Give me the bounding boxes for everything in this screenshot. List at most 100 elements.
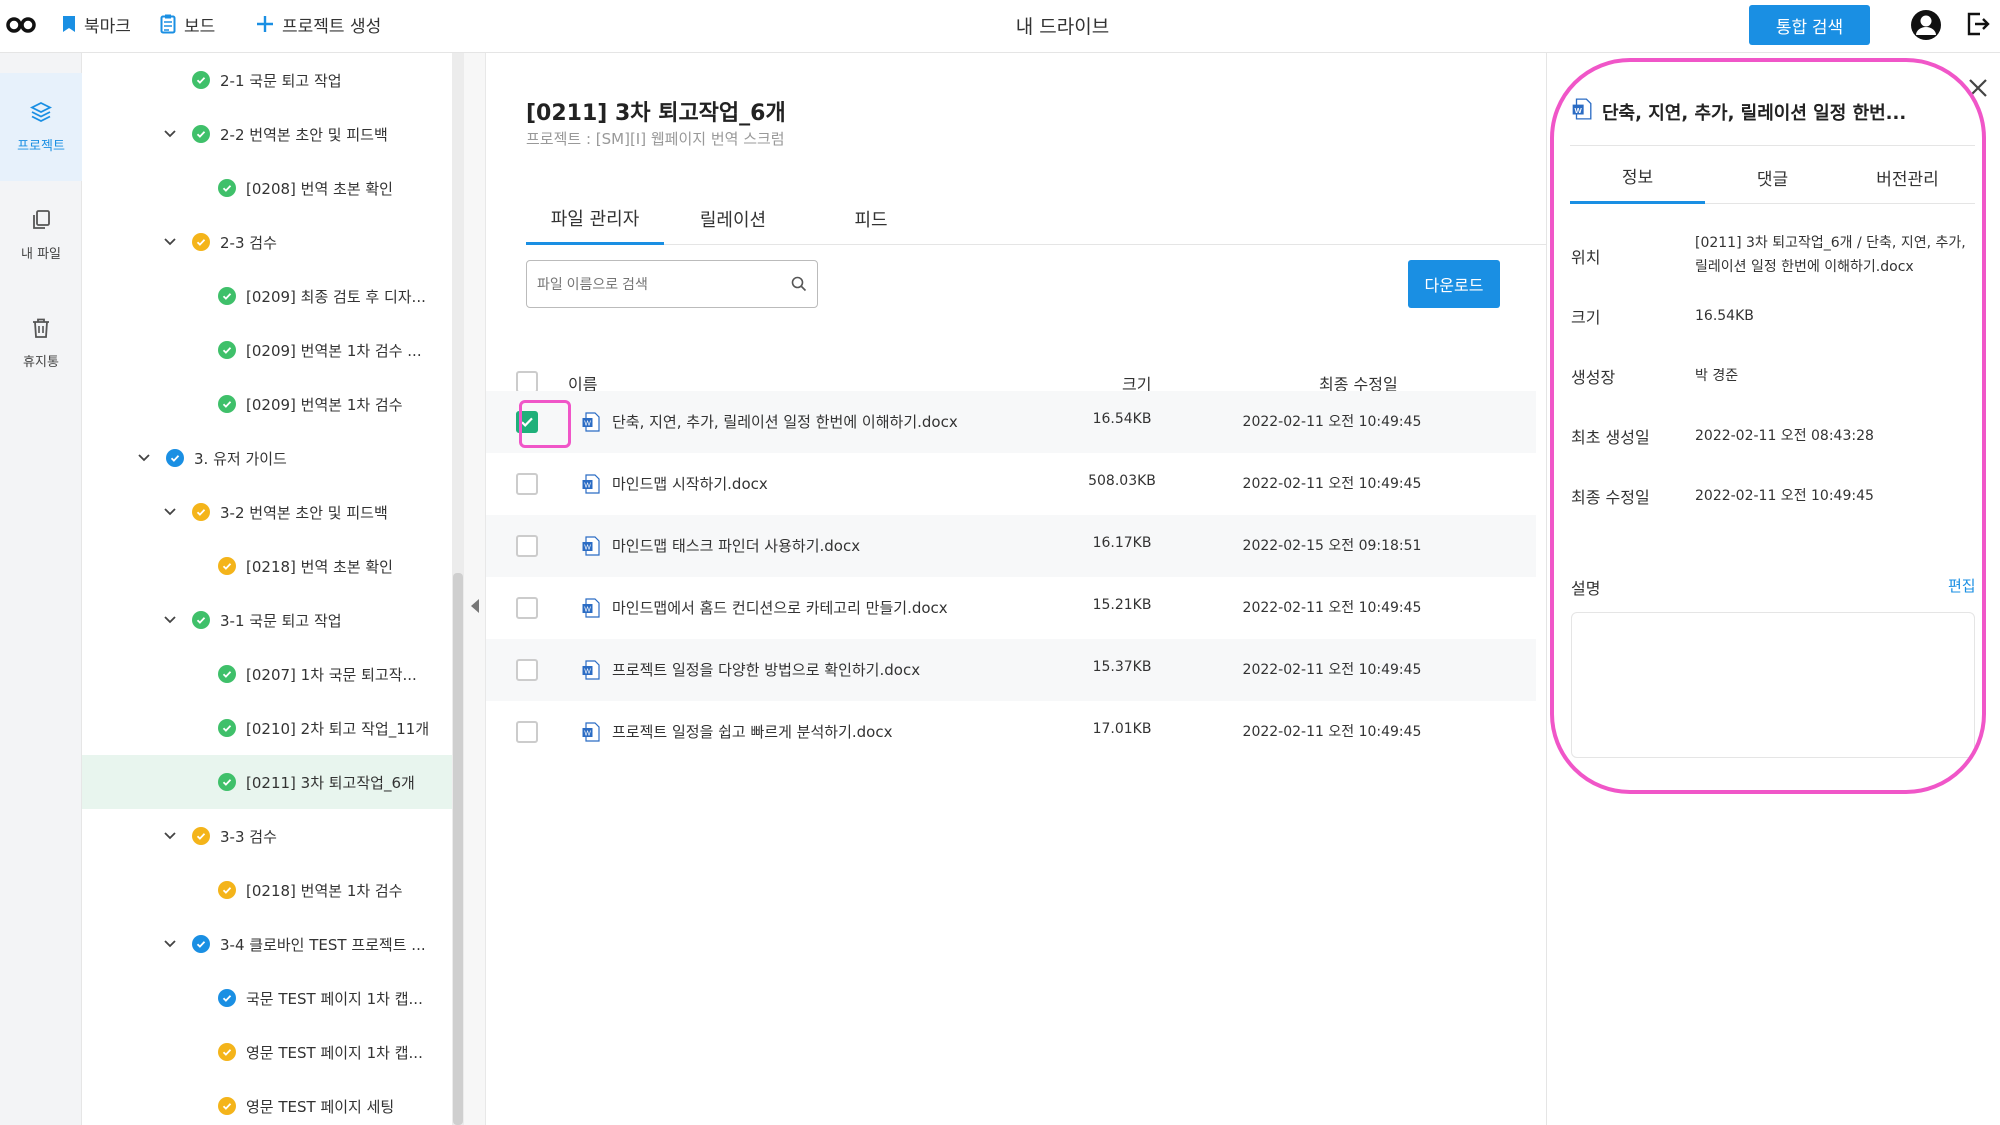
- file-size: 17.01KB: [1092, 721, 1152, 737]
- file-name[interactable]: 마인드맵 태스크 파인더 사용하기.docx: [612, 535, 860, 556]
- tab-file-manager[interactable]: 파일 관리자: [526, 193, 664, 245]
- tree-item[interactable]: 3. 유저 가이드: [82, 431, 452, 485]
- tree-item[interactable]: 영문 TEST 페이지 1차 캡...: [82, 1025, 452, 1079]
- file-name[interactable]: 프로젝트 일정을 다양한 방법으로 확인하기.docx: [612, 659, 920, 680]
- chevron-down-icon[interactable]: [162, 612, 178, 628]
- tree-item[interactable]: 3-4 클로바인 TEST 프로젝트 ...: [82, 917, 452, 971]
- tree-item-label: 2-1 국문 퇴고 작업: [220, 71, 342, 90]
- caret-left-icon[interactable]: [469, 598, 481, 614]
- tree-item[interactable]: [0209] 최종 검토 후 디자...: [82, 269, 452, 323]
- tree-item[interactable]: [0210] 2차 퇴고 작업_11개: [82, 701, 452, 755]
- file-size: 508.03KB: [1088, 473, 1156, 489]
- tree-item[interactable]: 3-1 국문 퇴고 작업: [82, 593, 452, 647]
- tree-item[interactable]: [0207] 1차 국문 퇴고작...: [82, 647, 452, 701]
- word-file-icon: W: [582, 536, 600, 556]
- check-circle-icon: [218, 341, 236, 359]
- chevron-down-icon[interactable]: [162, 234, 178, 250]
- tree-item[interactable]: 국문 TEST 페이지 1차 캡...: [82, 971, 452, 1025]
- tree-item[interactable]: [0218] 번역 초본 확인: [82, 539, 452, 593]
- table-row[interactable]: W 단축, 지연, 추가, 릴레이션 일정 한번에 이해하기.docx 16.5…: [486, 391, 1536, 453]
- project-tree: 2-1 국문 퇴고 작업 2-2 번역본 초안 및 피드백 [0208] 번역 …: [82, 53, 452, 1125]
- svg-text:W: W: [584, 607, 591, 614]
- tree-item-label: 영문 TEST 페이지 세팅: [246, 1097, 395, 1116]
- tree-item[interactable]: 2-3 검수: [82, 215, 452, 269]
- tree-item-label: [0208] 번역 초본 확인: [246, 179, 393, 198]
- file-date: 2022-02-11 오전 10:49:45: [1242, 600, 1422, 616]
- main-tabs: 파일 관리자 릴레이션 피드: [526, 193, 1546, 245]
- tree-item-label: 2-2 번역본 초안 및 피드백: [220, 125, 388, 144]
- tab-feed[interactable]: 피드: [802, 193, 940, 245]
- file-name[interactable]: 단축, 지연, 추가, 릴레이션 일정 한번에 이해하기.docx: [612, 411, 958, 432]
- check-circle-icon: [218, 179, 236, 197]
- search-icon[interactable]: [790, 275, 808, 293]
- download-button[interactable]: 다운로드: [1408, 260, 1500, 308]
- check-circle-icon: [192, 503, 210, 521]
- tree-item-label: 2-3 검수: [220, 233, 277, 252]
- row-checkbox[interactable]: [516, 597, 538, 619]
- file-date: 2022-02-11 오전 10:49:45: [1242, 724, 1422, 740]
- global-search-button[interactable]: 통합 검색: [1749, 5, 1870, 45]
- file-date: 2022-02-11 오전 10:49:45: [1242, 414, 1422, 430]
- word-file-icon: W: [582, 660, 600, 680]
- select-all-checkbox[interactable]: [516, 371, 538, 393]
- tree-scroll-thumb[interactable]: [453, 573, 463, 1125]
- user-avatar-icon[interactable]: [1910, 9, 1942, 41]
- tree-scrollbar[interactable]: [452, 53, 464, 1125]
- tree-item-label: [0218] 번역본 1차 검수: [246, 881, 403, 900]
- file-name[interactable]: 프로젝트 일정을 쉽고 빠르게 분석하기.docx: [612, 721, 892, 742]
- row-checkbox[interactable]: [516, 659, 538, 681]
- file-date: 2022-02-11 오전 10:49:45: [1242, 662, 1422, 678]
- file-size: 16.54KB: [1092, 411, 1152, 427]
- check-circle-icon: [192, 611, 210, 629]
- chevron-down-icon[interactable]: [162, 828, 178, 844]
- file-search-input[interactable]: [526, 260, 818, 308]
- rail-item-project-label: 프로젝트: [17, 138, 65, 154]
- tree-item-selected[interactable]: [0211] 3차 퇴고작업_6개: [82, 755, 452, 809]
- table-row[interactable]: W 마인드맵에서 홈드 컨디션으로 카테고리 만들기.docx 15.21KB …: [486, 577, 1536, 639]
- file-name[interactable]: 마인드맵에서 홈드 컨디션으로 카테고리 만들기.docx: [612, 597, 948, 618]
- tree-item[interactable]: [0209] 번역본 1차 검수: [82, 377, 452, 431]
- check-circle-icon: [192, 827, 210, 845]
- check-circle-icon: [192, 71, 210, 89]
- tree-item-label: 3-1 국문 퇴고 작업: [220, 611, 342, 630]
- file-size: 16.17KB: [1092, 535, 1152, 551]
- tree-item[interactable]: 영문 TEST 페이지 세팅: [82, 1079, 452, 1125]
- tree-item[interactable]: [0208] 번역 초본 확인: [82, 161, 452, 215]
- chevron-down-icon[interactable]: [136, 450, 152, 466]
- logout-icon[interactable]: [1966, 10, 1990, 38]
- tree-item[interactable]: 3-2 번역본 초안 및 피드백: [82, 485, 452, 539]
- chevron-down-icon[interactable]: [162, 936, 178, 952]
- file-date: 2022-02-15 오전 09:18:51: [1242, 538, 1422, 554]
- tree-item[interactable]: 2-2 번역본 초안 및 피드백: [82, 107, 452, 161]
- chevron-down-icon[interactable]: [162, 504, 178, 520]
- chevron-down-icon[interactable]: [162, 126, 178, 142]
- tree-item-label: [0211] 3차 퇴고작업_6개: [246, 773, 415, 792]
- table-row[interactable]: W 마인드맵 태스크 파인더 사용하기.docx 16.17KB 2022-02…: [486, 515, 1536, 577]
- tab-relation[interactable]: 릴레이션: [664, 193, 802, 245]
- rail-item-trash-label: 휴지통: [23, 354, 59, 370]
- tree-item-label: 국문 TEST 페이지 1차 캡...: [246, 989, 423, 1008]
- rail-item-trash[interactable]: 휴지통: [0, 289, 82, 397]
- check-circle-icon: [218, 1097, 236, 1115]
- file-name[interactable]: 마인드맵 시작하기.docx: [612, 473, 768, 494]
- top-bar: 북마크 보드 프로젝트 생성 내 드라이브 통합 검색: [0, 0, 2000, 53]
- check-circle-icon: [218, 989, 236, 1007]
- check-circle-icon: [218, 881, 236, 899]
- rail-item-my-files-label: 내 파일: [20, 246, 61, 262]
- table-row[interactable]: W 프로젝트 일정을 쉽고 빠르게 분석하기.docx 17.01KB 2022…: [486, 701, 1536, 763]
- file-date: 2022-02-11 오전 10:49:45: [1242, 476, 1422, 492]
- tree-item[interactable]: [0209] 번역본 1차 검수 ...: [82, 323, 452, 377]
- rail-item-project[interactable]: 프로젝트: [0, 73, 82, 181]
- tree-item[interactable]: 3-3 검수: [82, 809, 452, 863]
- row-checkbox[interactable]: [516, 473, 538, 495]
- table-row[interactable]: W 마인드맵 시작하기.docx 508.03KB 2022-02-11 오전 …: [486, 453, 1536, 515]
- rail-item-my-files[interactable]: 내 파일: [0, 181, 82, 289]
- tree-item[interactable]: [0218] 번역본 1차 검수: [82, 863, 452, 917]
- page-title: [0211] 3차 퇴고작업_6개: [526, 101, 786, 126]
- row-checkbox[interactable]: [516, 535, 538, 557]
- word-file-icon: W: [582, 598, 600, 618]
- tree-item[interactable]: 2-1 국문 퇴고 작업: [82, 53, 452, 107]
- table-row[interactable]: W 프로젝트 일정을 다양한 방법으로 확인하기.docx 15.37KB 20…: [486, 639, 1536, 701]
- row-checkbox[interactable]: [516, 721, 538, 743]
- panel-collapse-bar[interactable]: [464, 53, 486, 1125]
